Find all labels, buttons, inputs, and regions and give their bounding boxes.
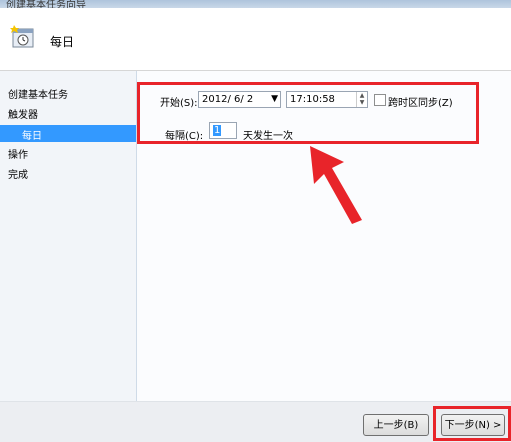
- nav-item-action[interactable]: 操作: [8, 146, 28, 161]
- nav-item-daily[interactable]: 每日: [0, 125, 136, 142]
- annotation-arrow-icon: [310, 146, 362, 224]
- wizard-header: 每日: [0, 8, 511, 71]
- calendar-clock-icon: [10, 25, 34, 48]
- back-button[interactable]: 上一步(B): [363, 414, 429, 436]
- nav-item-trigger[interactable]: 触发器: [8, 106, 38, 121]
- nav-item-finish[interactable]: 完成: [8, 166, 28, 181]
- highlight-box-next: [433, 406, 511, 441]
- wizard-nav: 创建基本任务 触发器 每日 操作 完成: [0, 71, 136, 401]
- nav-item-label: 每日: [22, 131, 42, 142]
- title-bar: 创建基本任务向导: [0, 0, 511, 11]
- page-title: 每日: [50, 35, 75, 49]
- nav-item-create-task[interactable]: 创建基本任务: [8, 86, 68, 101]
- highlight-box-settings: [137, 82, 479, 144]
